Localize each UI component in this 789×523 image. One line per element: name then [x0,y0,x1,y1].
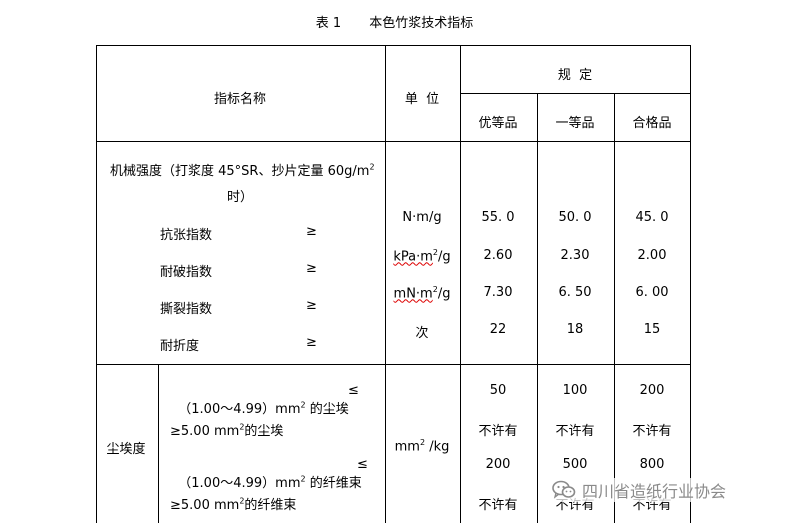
row-operator: ≥ [306,261,317,276]
value-first: 2.30 [560,248,590,263]
value-first: 50. 0 [558,210,592,225]
row-operator: ≥ [306,224,317,239]
value-qualified: 45. 0 [635,210,669,225]
watermark: 四川省造纸行业协会 [548,478,731,502]
header-unit: 单 位 [404,92,440,107]
value-qualified: 不许有 [632,424,672,439]
value-qualified: 200 [639,383,665,398]
dust-row-label: （1.00～4.99）mm2 的尘埃 [178,400,349,417]
value-qualified: 15 [643,322,661,337]
value-first: 不许有 [555,424,595,439]
header-grade-premium: 优等品 [478,116,518,131]
mechanical-strength-label-tail: 时） [226,190,254,205]
table-title: 本色竹浆技术指标 [369,16,474,31]
row-name: 抗张指数 [160,228,213,243]
row-operator: ≤ [357,457,368,472]
value-premium: 7.30 [483,285,513,300]
header-grade-first: 一等品 [555,116,595,131]
row-unit: kPa·m2/g [393,248,451,265]
header-spec: 规 定 [557,68,593,83]
header-grade-qualified: 合格品 [632,116,672,131]
row-name: 耐折度 [160,339,200,354]
table-caption: 表 1 本色竹浆技术指标 [0,12,789,31]
value-premium: 不许有 [478,498,518,513]
row-unit: 次 [415,326,429,341]
value-first: 6. 50 [558,285,592,300]
value-premium: 55. 0 [481,210,515,225]
mechanical-strength-label: 机械强度（打浆度 45°SR、抄片定量 60g/m2 [110,162,375,179]
dust-unit: mm2 /kg [394,438,450,455]
row-unit: N·m/g [402,210,442,225]
value-premium: 50 [489,383,507,398]
value-first: 18 [566,322,584,337]
row-name: 撕裂指数 [160,302,213,317]
value-premium: 22 [489,322,507,337]
value-qualified: 800 [639,457,665,472]
row-operator: ≥ [306,335,317,350]
dust-row-label: ≥5.00 mm2的尘埃 [170,422,284,439]
table-number: 表 1 [315,16,342,31]
row-operator: ≤ [348,383,359,398]
value-first: 100 [562,383,588,398]
value-first: 500 [562,457,588,472]
dust-row-label: （1.00～4.99）mm2 的纤维束 [178,474,362,491]
row-operator: ≥ [306,298,317,313]
header-indicator-name: 指标名称 [213,92,267,107]
row-name: 耐破指数 [160,265,213,280]
watermark-text: 四川省造纸行业协会 [582,482,727,501]
dust-label: 尘埃度 [106,442,146,457]
value-qualified: 2.00 [637,248,667,263]
wechat-icon [552,480,576,499]
value-premium: 200 [485,457,511,472]
value-premium: 不许有 [478,424,518,439]
row-unit: mN·m2/g [393,285,451,302]
dust-row-label: ≥5.00 mm2的纤维束 [170,496,297,513]
value-qualified: 6. 00 [635,285,669,300]
value-premium: 2.60 [483,248,513,263]
